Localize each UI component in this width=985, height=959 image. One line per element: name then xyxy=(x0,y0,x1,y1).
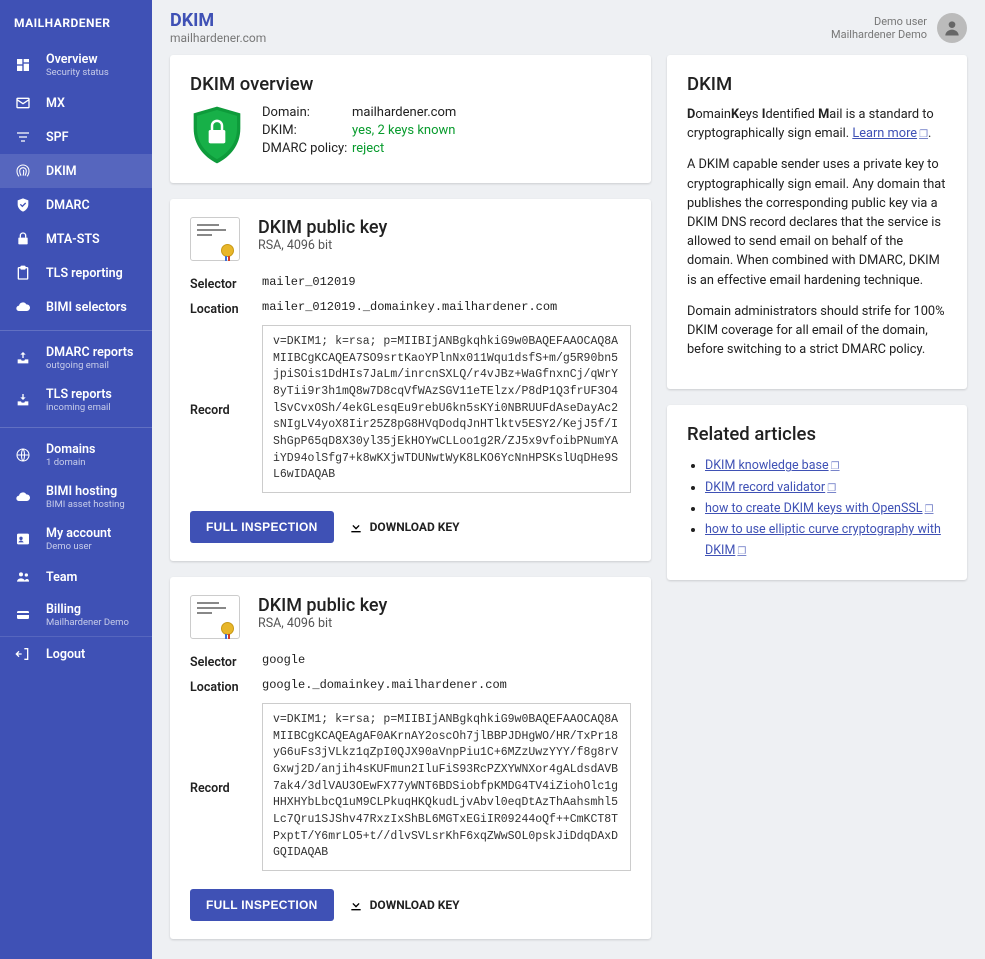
avatar[interactable] xyxy=(937,13,967,43)
outbox-icon xyxy=(14,349,32,367)
info-p2: A DKIM capable sender uses a private key… xyxy=(687,155,947,289)
dashboard-icon xyxy=(14,56,32,74)
shield-icon xyxy=(190,105,244,165)
nav-bimi[interactable]: BIMI selectors xyxy=(0,290,152,324)
nav-tlsreport[interactable]: TLS reporting xyxy=(0,256,152,290)
inbox-icon xyxy=(14,391,32,409)
certificate-icon xyxy=(190,217,240,261)
user-info: Demo user Mailhardener Demo xyxy=(831,15,927,41)
page-subtitle: mailhardener.com xyxy=(170,31,266,45)
page-title: DKIM xyxy=(170,10,266,31)
team-icon xyxy=(14,568,32,586)
ov-dkim-label: DKIM: xyxy=(262,123,352,138)
learn-more-link[interactable]: Learn more❐ xyxy=(852,126,928,141)
nav-dmarc[interactable]: DMARC xyxy=(0,188,152,222)
nav-tls-reports[interactable]: TLS reportsincoming email xyxy=(0,379,152,421)
ov-dmarc-value: reject xyxy=(352,141,456,156)
key-title: DKIM public key xyxy=(258,217,387,238)
download-key-button[interactable]: DOWNLOAD KEY xyxy=(348,519,460,535)
sidebar: MAILHARDENER OverviewSecurity status MX … xyxy=(0,0,152,959)
nav-dmarc-reports[interactable]: DMARC reportsoutgoing email xyxy=(0,337,152,379)
ov-dmarc-label: DMARC policy: xyxy=(262,141,352,156)
key-algo: RSA, 4096 bit xyxy=(258,616,387,631)
nav-billing[interactable]: BillingMailhardener Demo xyxy=(0,594,152,636)
full-inspection-button[interactable]: FULL INSPECTION xyxy=(190,511,334,543)
location-value: google._domainkey.mailhardener.com xyxy=(262,678,631,692)
selector-value: google xyxy=(262,653,631,667)
nav-mtasts[interactable]: MTA-STS xyxy=(0,222,152,256)
cloud-icon xyxy=(14,488,32,506)
nav-team[interactable]: Team xyxy=(0,560,152,594)
globe-icon xyxy=(14,446,32,464)
certificate-icon xyxy=(190,595,240,639)
full-inspection-button[interactable]: FULL INSPECTION xyxy=(190,889,334,921)
card-icon xyxy=(14,606,32,624)
key-card-1: DKIM public key RSA, 4096 bit Selectorma… xyxy=(170,199,651,561)
related-link[interactable]: how to use elliptic curve cryptography w… xyxy=(705,522,941,558)
selector-value: mailer_012019 xyxy=(262,275,631,289)
nav-list: OverviewSecurity status MX SPF DKIM DMAR… xyxy=(0,44,152,636)
download-key-button[interactable]: DOWNLOAD KEY xyxy=(348,897,460,913)
nav-domains[interactable]: Domains1 domain xyxy=(0,434,152,476)
nav-dkim[interactable]: DKIM xyxy=(0,154,152,188)
record-value[interactable]: v=DKIM1; k=rsa; p=MIIBIjANBgkqhkiG9w0BAQ… xyxy=(262,703,631,871)
nav-logout[interactable]: Logout xyxy=(0,637,152,671)
related-heading: Related articles xyxy=(687,423,947,445)
info-p3: Domain administrators should strife for … xyxy=(687,302,947,360)
nav-bimi-hosting[interactable]: BIMI hostingBIMI asset hosting xyxy=(0,476,152,518)
related-link[interactable]: DKIM record validator❐ xyxy=(705,480,836,495)
info-heading: DKIM xyxy=(687,73,947,95)
nav-spf[interactable]: SPF xyxy=(0,120,152,154)
shield-check-icon xyxy=(14,196,32,214)
location-value: mailer_012019._domainkey.mailhardener.co… xyxy=(262,300,631,314)
key-algo: RSA, 4096 bit xyxy=(258,238,387,253)
clipboard-icon xyxy=(14,264,32,282)
nav-mx[interactable]: MX xyxy=(0,86,152,120)
related-link[interactable]: how to create DKIM keys with OpenSSL❐ xyxy=(705,501,934,516)
account-icon xyxy=(14,530,32,548)
related-link[interactable]: DKIM knowledge base❐ xyxy=(705,458,840,473)
key-title: DKIM public key xyxy=(258,595,387,616)
main: DKIM mailhardener.com Demo user Mailhard… xyxy=(152,0,985,959)
overview-card: DKIM overview Domain:mailhardener.com DK… xyxy=(170,55,651,183)
lock-icon xyxy=(14,230,32,248)
info-card: DKIM DomainKeys Identified Mail is a sta… xyxy=(667,55,967,389)
fingerprint-icon xyxy=(14,162,32,180)
topbar: DKIM mailhardener.com Demo user Mailhard… xyxy=(152,0,985,55)
brand-logo: MAILHARDENER xyxy=(0,8,152,44)
key-card-2: DKIM public key RSA, 4096 bit Selectorgo… xyxy=(170,577,651,939)
filter-icon xyxy=(14,128,32,146)
logout-icon xyxy=(14,645,32,663)
mail-icon xyxy=(14,94,32,112)
overview-heading: DKIM overview xyxy=(190,73,631,95)
ov-domain-value: mailhardener.com xyxy=(352,105,456,120)
cloud-icon xyxy=(14,298,32,316)
ov-dkim-value: yes, 2 keys known xyxy=(352,123,456,138)
nav-account[interactable]: My accountDemo user xyxy=(0,518,152,560)
record-value[interactable]: v=DKIM1; k=rsa; p=MIIBIjANBgkqhkiG9w0BAQ… xyxy=(262,325,631,493)
nav-overview[interactable]: OverviewSecurity status xyxy=(0,44,152,86)
info-p1: DomainKeys Identified Mail is a standard… xyxy=(687,105,947,143)
ov-domain-label: Domain: xyxy=(262,105,352,120)
related-card: Related articles DKIM knowledge base❐ DK… xyxy=(667,405,967,579)
